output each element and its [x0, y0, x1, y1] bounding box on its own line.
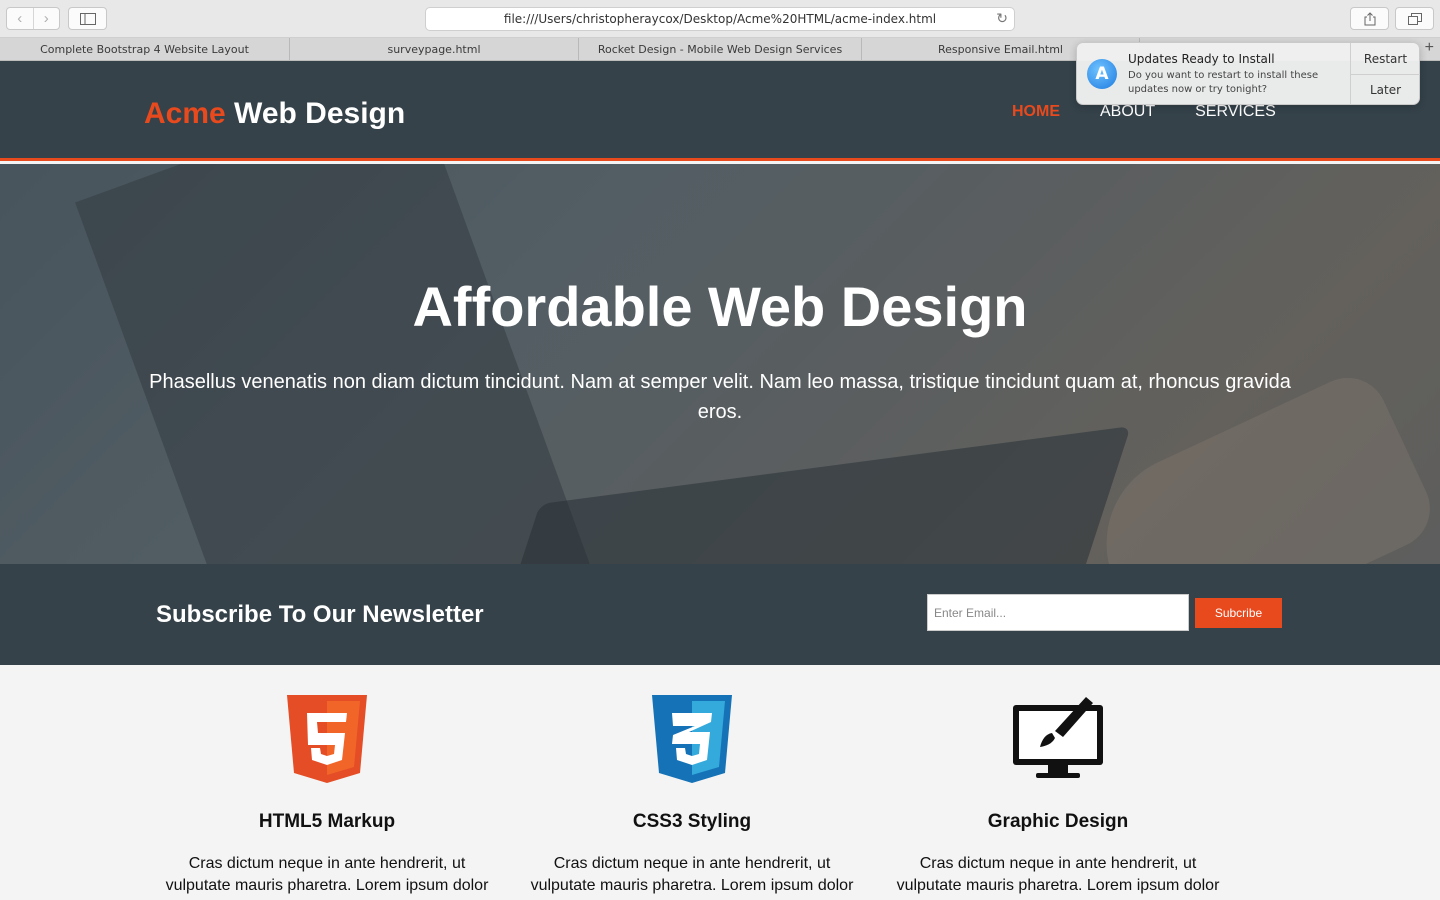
browser-toolbar: ‹ › file:///Users/christopheraycox/Deskt…	[0, 0, 1440, 38]
update-notification: A Updates Ready to Install Do you want t…	[1076, 42, 1420, 105]
app-store-icon: A	[1087, 59, 1117, 89]
later-button[interactable]: Later	[1351, 74, 1420, 104]
tab-overview-icon	[1407, 12, 1422, 25]
email-field[interactable]	[927, 594, 1189, 631]
newsletter-section: Subscribe To Our Newsletter Subcribe	[0, 564, 1440, 665]
tab[interactable]: Complete Bootstrap 4 Website Layout	[0, 38, 290, 60]
reload-icon[interactable]: ↻	[996, 11, 1008, 27]
url-text: file:///Users/christopheraycox/Desktop/A…	[503, 12, 937, 26]
hero-title: Affordable Web Design	[412, 275, 1028, 338]
back-button[interactable]: ‹	[7, 8, 33, 29]
feature-boxes: HTML5 Markup Cras dictum neque in ante h…	[0, 665, 1440, 900]
chevron-right-icon: ›	[43, 10, 49, 27]
feature-text: Cras dictum neque in ante hendrerit, ut …	[896, 855, 1220, 900]
nav-home-link[interactable]: Home	[1012, 103, 1060, 121]
brand-rest: Web Design	[225, 97, 406, 130]
tab[interactable]: surveypage.html	[290, 38, 579, 60]
brand-accent: Acme	[144, 97, 226, 130]
notification-actions: Restart Later	[1350, 43, 1420, 104]
newsletter-title: Subscribe To Our Newsletter	[156, 601, 484, 628]
address-bar[interactable]: file:///Users/christopheraycox/Desktop/A…	[425, 7, 1015, 31]
hero-showcase: Affordable Web Design Phasellus venenati…	[0, 164, 1440, 564]
subscribe-button[interactable]: Subcribe	[1195, 598, 1282, 628]
notification-body: Do you want to restart to install these …	[1128, 70, 1319, 95]
monitor-brush-icon	[1013, 697, 1103, 778]
share-button[interactable]	[1350, 7, 1389, 30]
new-tab-icon[interactable]: +	[1425, 39, 1434, 57]
tab-overview-button[interactable]	[1395, 7, 1434, 30]
feature-text: Cras dictum neque in ante hendrerit, ut …	[165, 855, 489, 900]
feature-title: Graphic Design	[987, 811, 1129, 832]
chevron-left-icon: ‹	[17, 10, 23, 27]
forward-button[interactable]: ›	[32, 8, 60, 29]
feature-title: HTML5 Markup	[258, 811, 396, 832]
main-nav: Home About Services	[1012, 103, 1276, 121]
hero-overlay	[0, 164, 1440, 564]
sidebar-icon	[79, 12, 96, 25]
brand-logo[interactable]: Acme Web Design	[144, 97, 405, 131]
nav-services-link[interactable]: Services	[1195, 103, 1276, 121]
sidebar-toggle-button[interactable]	[68, 7, 107, 30]
history-nav: ‹ ›	[6, 7, 60, 30]
feature-title: CSS3 Styling	[632, 811, 752, 832]
share-icon	[1364, 11, 1375, 25]
notification-title: Updates Ready to Install	[1128, 52, 1275, 66]
feature-text: Cras dictum neque in ante hendrerit, ut …	[530, 855, 854, 900]
tab[interactable]: Rocket Design - Mobile Web Design Servic…	[579, 38, 862, 60]
hero-text: Phasellus venenatis non diam dictum tinc…	[149, 371, 1291, 423]
nav-about-link[interactable]: About	[1100, 103, 1155, 121]
html5-icon	[287, 695, 367, 783]
restart-button[interactable]: Restart	[1351, 43, 1420, 74]
css3-icon	[652, 695, 732, 783]
